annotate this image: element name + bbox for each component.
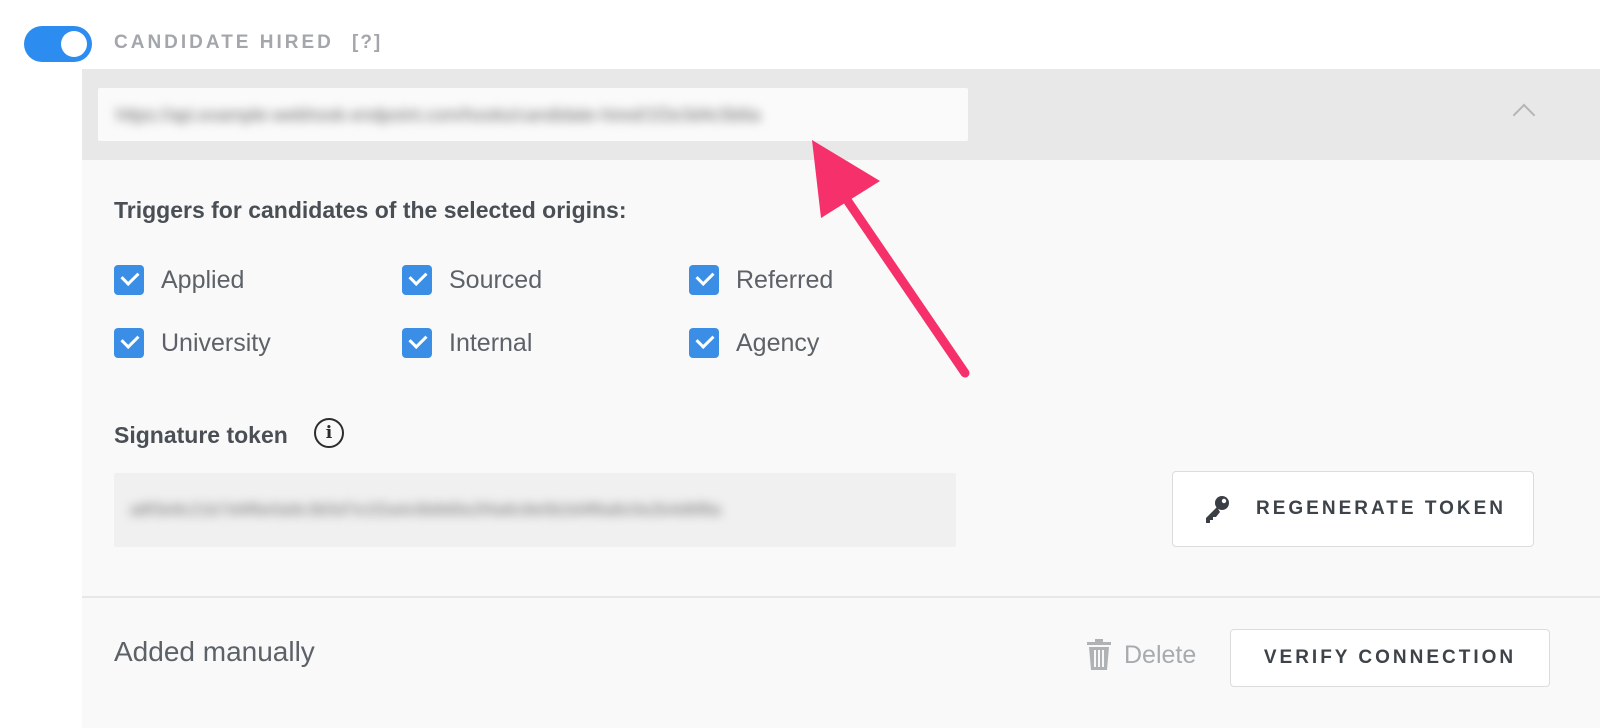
trash-icon <box>1087 639 1111 670</box>
divider <box>82 596 1600 598</box>
chevron-up-icon[interactable] <box>1512 103 1536 127</box>
check-icon <box>114 265 144 295</box>
panel-header[interactable]: https://api.example-webhook-endpoint.com… <box>82 69 1600 160</box>
check-icon <box>689 328 719 358</box>
hook-enabled-toggle[interactable] <box>24 26 92 62</box>
checkbox-label: Sourced <box>449 265 543 294</box>
checkbox-agency[interactable]: Agency <box>689 328 819 358</box>
delete-label: Delete <box>1124 640 1197 669</box>
hook-title: CANDIDATE HIRED <box>114 32 334 53</box>
verify-connection-label: VERIFY CONNECTION <box>1263 647 1517 668</box>
checkbox-label: Applied <box>161 265 245 294</box>
key-icon <box>1206 496 1229 523</box>
checkbox-university[interactable]: University <box>114 328 271 358</box>
verify-connection-button[interactable]: VERIFY CONNECTION <box>1230 629 1550 687</box>
checkbox-applied[interactable]: Applied <box>114 265 244 295</box>
checkbox-label: Referred <box>736 265 834 294</box>
checkbox-label: Agency <box>736 328 820 357</box>
regenerate-token-button[interactable]: REGENERATE TOKEN <box>1172 471 1534 547</box>
check-icon <box>689 265 719 295</box>
delete-button[interactable]: Delete <box>1086 639 1196 671</box>
signature-token-text: a8f3e9c21b7d4f6e0a9c3b5d7e1f2a4c6b8d0e2f… <box>130 500 721 519</box>
check-icon <box>402 265 432 295</box>
check-icon <box>114 328 144 358</box>
checkbox-internal[interactable]: Internal <box>402 328 532 358</box>
signature-token-field[interactable]: a8f3e9c21b7d4f6e0a9c3b5d7e1f2a4c6b8d0e2f… <box>114 473 956 547</box>
checkbox-referred[interactable]: Referred <box>689 265 833 295</box>
signature-token-label: Signature token <box>114 422 288 448</box>
check-icon <box>402 328 432 358</box>
origins-label: Triggers for candidates of the selected … <box>114 197 627 223</box>
checkbox-label: University <box>161 328 271 357</box>
source-text: Added manually <box>114 636 315 667</box>
webhook-panel: https://api.example-webhook-endpoint.com… <box>82 69 1600 728</box>
webhook-url-field[interactable]: https://api.example-webhook-endpoint.com… <box>98 88 968 141</box>
checkbox-sourced[interactable]: Sourced <box>402 265 542 295</box>
regenerate-token-label: REGENERATE TOKEN <box>1256 498 1506 519</box>
info-icon[interactable]: i <box>314 418 344 448</box>
help-link[interactable]: [?] <box>352 32 382 54</box>
checkbox-label: Internal <box>449 328 533 357</box>
webhook-url-text: https://api.example-webhook-endpoint.com… <box>116 105 761 125</box>
toggle-knob <box>61 31 87 57</box>
